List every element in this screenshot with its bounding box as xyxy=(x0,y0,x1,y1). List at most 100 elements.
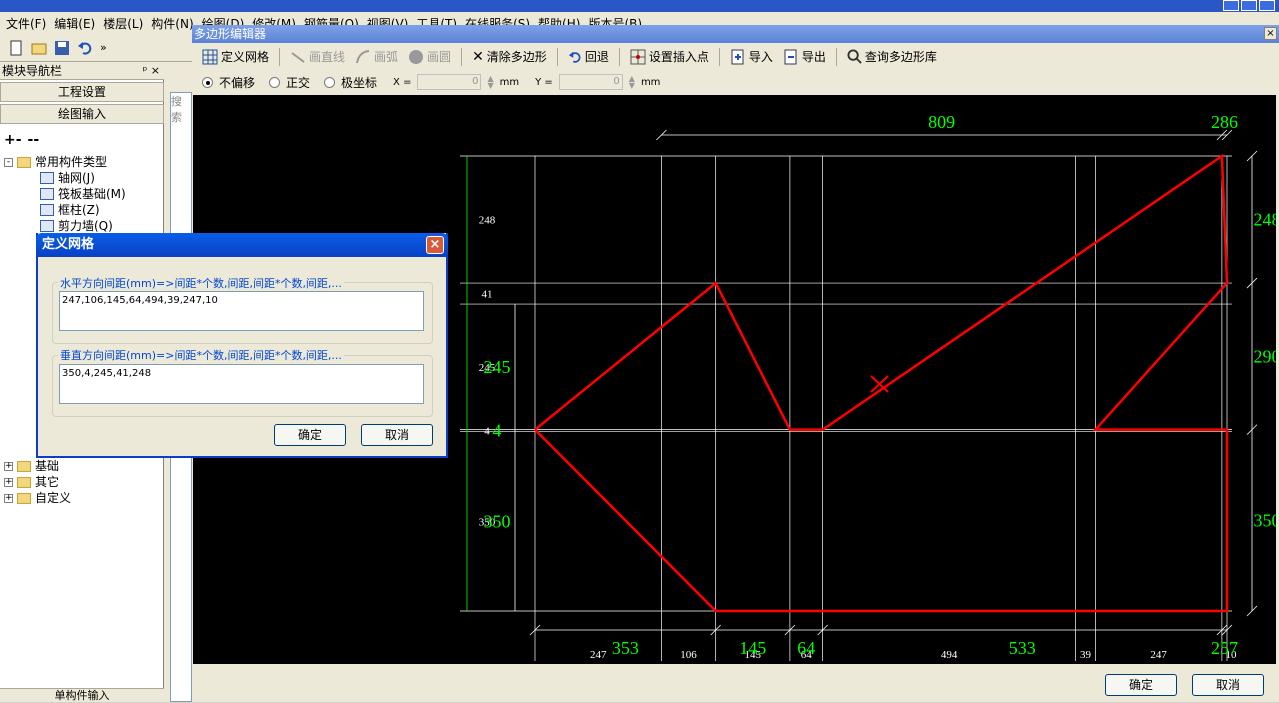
tree-label: 轴网(J) xyxy=(58,171,95,185)
main-toolbar: » xyxy=(0,34,192,62)
collapse-all-icon[interactable]: ‑‑ xyxy=(28,132,40,148)
dialog-close-button[interactable]: × xyxy=(426,236,444,254)
horizontal-spacing-input[interactable]: 247,106,145,64,494,39,247,10 xyxy=(59,291,424,331)
editor-title: 多边形编辑器 xyxy=(194,27,267,41)
tree-node-axis[interactable]: 轴网(J) xyxy=(40,170,95,186)
draw-circle-button[interactable]: 画圆 xyxy=(408,48,451,65)
orthogonal-radio[interactable] xyxy=(269,76,281,88)
expand-icon[interactable]: + xyxy=(4,461,13,471)
grid-icon xyxy=(202,49,218,64)
dialog-cancel-button[interactable]: 取消 xyxy=(361,424,433,446)
search-hint[interactable]: 搜索 xyxy=(171,95,182,124)
undo-icon[interactable] xyxy=(77,40,93,56)
polar-radio[interactable] xyxy=(324,76,336,88)
polar-label: 极坐标 xyxy=(341,75,378,90)
save-icon[interactable] xyxy=(54,40,70,56)
y-input[interactable]: 0 xyxy=(558,74,623,90)
set-insert-point-button[interactable]: 设置插入点 xyxy=(630,48,709,65)
grid-icon xyxy=(40,172,54,184)
window-controls[interactable] xyxy=(1223,0,1275,11)
editor-cancel-button[interactable]: 取消 xyxy=(1192,674,1264,696)
grid-label-bottom: 247 xyxy=(590,649,607,661)
tree-label: 筏板基础(M) xyxy=(58,187,126,201)
import-button[interactable]: 导入 xyxy=(730,48,773,65)
grid-label-left: 248 xyxy=(479,215,496,227)
drawing-input-button[interactable]: 绘图输入 xyxy=(0,104,164,124)
dimension-bottom: 257 xyxy=(1211,638,1238,658)
dimension-top: 809 xyxy=(928,112,955,132)
y-label: Y = xyxy=(535,76,553,88)
dialog-ok-button[interactable]: 确定 xyxy=(274,424,346,446)
no-offset-radio[interactable] xyxy=(202,76,213,88)
dimension-bottom: 145 xyxy=(739,638,766,658)
arc-icon xyxy=(356,49,370,63)
folder-icon xyxy=(17,492,31,504)
import-icon xyxy=(731,49,744,64)
navigator-title: 模块导航栏 ᵖ × xyxy=(0,62,164,80)
tree-node-common[interactable]: - 常用构件类型 xyxy=(4,154,107,170)
tree-node-foundation[interactable]: + 基础 xyxy=(4,458,59,474)
editor-ok-button[interactable]: 确定 xyxy=(1105,674,1177,696)
expand-icon[interactable]: + xyxy=(4,477,13,487)
pin-icon[interactable]: ᵖ xyxy=(143,64,148,77)
project-settings-button[interactable]: 工程设置 xyxy=(0,82,164,102)
dimension-bottom: 353 xyxy=(612,638,639,658)
tree-node-custom[interactable]: + 自定义 xyxy=(4,490,71,506)
draw-line-button[interactable]: 画直线 xyxy=(290,48,345,65)
menu-item[interactable]: 构件(N) xyxy=(151,15,193,32)
line-icon xyxy=(291,51,305,63)
define-grid-label: 定义网格 xyxy=(221,50,270,64)
dimension-left: 4 xyxy=(493,421,502,441)
vertical-spacing-input[interactable]: 350,4,245,41,248 xyxy=(59,364,424,404)
no-offset-label: 不偏移 xyxy=(219,75,256,90)
export-icon xyxy=(784,49,797,64)
dimension-right: 248 xyxy=(1254,210,1277,230)
orthogonal-label: 正交 xyxy=(286,75,311,90)
menu-item[interactable]: 楼层(L) xyxy=(103,15,143,32)
dialog-title-bar: 定义网格 × xyxy=(36,233,448,257)
raft-foundation-icon xyxy=(40,188,54,200)
toolbar-separator xyxy=(835,47,837,66)
overflow-chevron-icon[interactable]: » xyxy=(100,41,107,54)
expand-icon[interactable]: + xyxy=(4,493,13,503)
grid-label-left: 4 xyxy=(484,426,490,438)
menu-item[interactable]: 文件(F) xyxy=(6,15,46,32)
undo-button[interactable]: 回退 xyxy=(568,48,609,65)
single-component-input-tab[interactable]: 单构件输入 xyxy=(0,688,164,702)
new-file-icon[interactable] xyxy=(8,40,24,56)
export-label: 导出 xyxy=(801,50,826,64)
app-title-bar xyxy=(0,0,1279,12)
export-button[interactable]: 导出 xyxy=(783,48,826,65)
toolbar-separator xyxy=(279,47,281,66)
y-spinner-icon[interactable]: ▲ ▼ xyxy=(629,75,635,90)
expand-all-icon[interactable]: +‑ xyxy=(4,132,22,148)
tree-label: 自定义 xyxy=(35,491,72,505)
draw-arc-button[interactable]: 画弧 xyxy=(355,48,398,65)
tree-node-other[interactable]: + 其它 xyxy=(4,474,59,490)
clear-polygon-button[interactable]: ✕ 清除多边形 xyxy=(472,48,547,65)
grid-label-bottom: 494 xyxy=(941,649,958,661)
x-input[interactable]: 0 xyxy=(417,74,482,90)
menu-item[interactable]: 编辑(E) xyxy=(54,15,95,32)
navigator-controls: ᵖ × xyxy=(143,62,160,80)
toolbar-separator xyxy=(618,47,620,66)
collapse-icon[interactable]: - xyxy=(4,157,13,167)
x-spinner-icon[interactable]: ▲ ▼ xyxy=(487,75,493,90)
x-label: X = xyxy=(393,76,412,88)
tree-node-raft[interactable]: 筏板基础(M) xyxy=(40,186,126,202)
horizontal-spacing-label: 水平方向间距(mm)=>间距*个数,间距,间距*个数,间距,... xyxy=(58,275,344,291)
editor-close-button[interactable]: × xyxy=(1264,27,1277,40)
tree-label: 基础 xyxy=(35,459,60,473)
tree-node-column[interactable]: 框柱(Z) xyxy=(40,202,100,218)
folder-icon xyxy=(17,156,31,168)
dimension-left: 350 xyxy=(484,511,511,531)
tree-node-shearwall[interactable]: 剪力墙(Q) xyxy=(40,218,113,234)
define-grid-button[interactable]: 定义网格 xyxy=(202,48,269,65)
open-folder-icon[interactable] xyxy=(31,40,47,56)
tree-label: 其它 xyxy=(35,475,60,489)
dimension-bottom: 533 xyxy=(1009,638,1036,658)
query-polygon-library-button[interactable]: 查询多边形库 xyxy=(847,48,937,65)
draw-line-label: 画直线 xyxy=(309,50,346,64)
close-icon[interactable]: × xyxy=(151,64,160,77)
query-library-label: 查询多边形库 xyxy=(864,50,937,64)
